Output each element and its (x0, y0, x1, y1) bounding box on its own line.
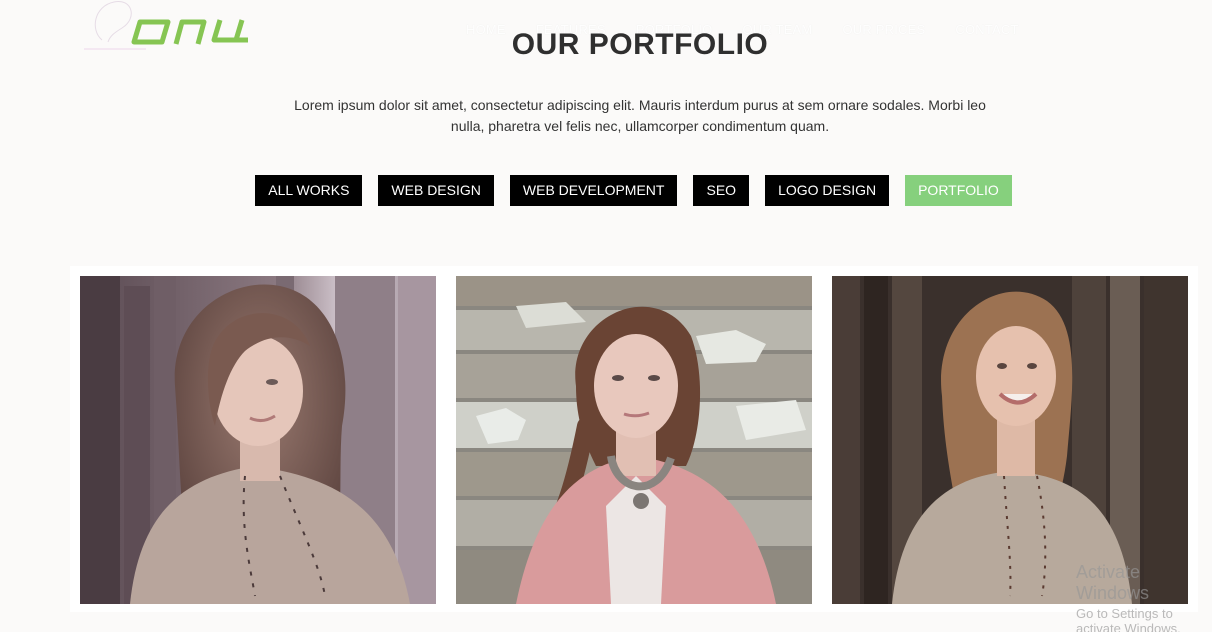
section-description: Lorem ipsum dolor sit amet, consectetur … (294, 97, 986, 134)
portfolio-photo-1[interactable] (80, 276, 436, 604)
filter-seo[interactable]: SEO (693, 175, 750, 206)
portfolio-photo-2[interactable] (456, 276, 812, 604)
filter-portfolio[interactable]: PORTFOLIO (905, 175, 1012, 206)
filter-web-design[interactable]: WEB DESIGN (378, 175, 494, 206)
windows-activation-watermark: Activate Windows Go to Settings to activ… (1076, 562, 1212, 632)
portfolio-filters: ALL WORKS WEB DESIGN WEB DEVELOPMENT SEO… (0, 175, 1212, 206)
watermark-line-2: Go to Settings to activate Windows. (1076, 606, 1181, 632)
portfolio-photo-3[interactable] (832, 276, 1188, 604)
filter-logo-design[interactable]: LOGO DESIGN (765, 175, 890, 206)
watermark-line-1: Activate Windows (1076, 562, 1150, 603)
filter-all-works[interactable]: ALL WORKS (255, 175, 363, 206)
section-title: OUR PORTFOLIO (511, 28, 769, 61)
portfolio-gallery (70, 266, 1198, 612)
filter-web-development[interactable]: WEB DEVELOPMENT (509, 175, 678, 206)
